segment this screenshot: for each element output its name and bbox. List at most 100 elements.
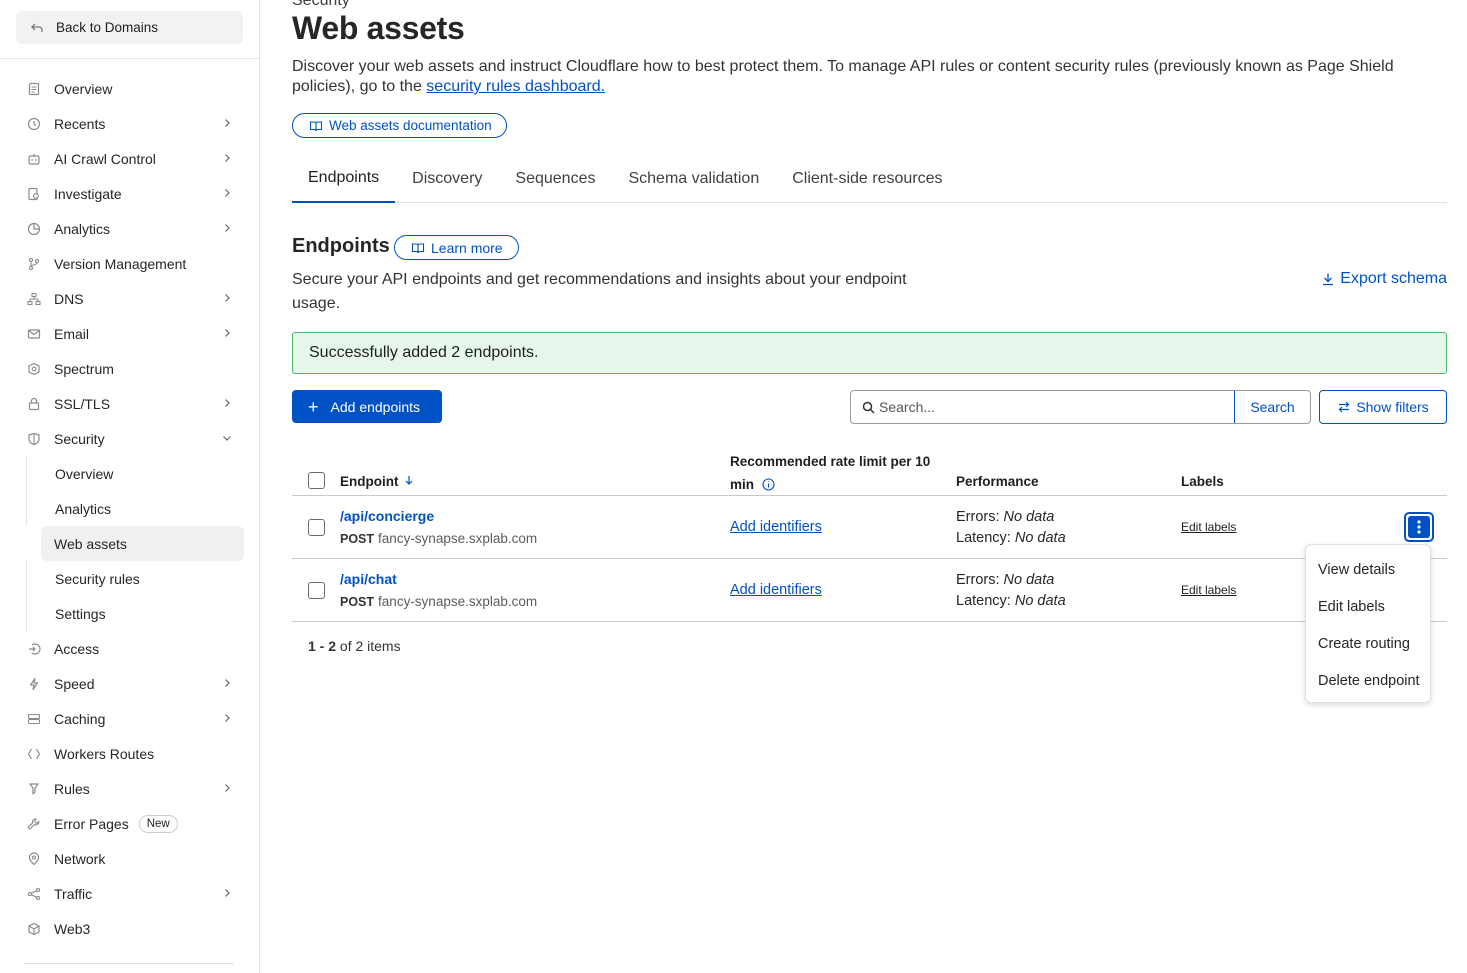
endpoints-table: Endpoint Recommended rate limit per 10 m… xyxy=(292,445,1447,654)
sidebar-item-label: Workers Routes xyxy=(54,745,155,762)
tab-schema-validation[interactable]: Schema validation xyxy=(612,155,775,203)
latency-label: Latency: xyxy=(956,593,1011,609)
sidebar-item-label: SSL/TLS xyxy=(54,395,111,412)
row-checkbox[interactable] xyxy=(308,582,325,599)
sidebar-item-network[interactable]: Network xyxy=(16,841,244,876)
sidebar-item-traffic[interactable]: Traffic xyxy=(16,876,244,911)
sidebar-subitem-web-assets[interactable]: Web assets xyxy=(41,526,244,561)
sidebar-subitem-security-analytics[interactable]: Analytics xyxy=(26,491,244,526)
menu-item-edit-labels[interactable]: Edit labels xyxy=(1306,588,1430,625)
menu-item-create-routing[interactable]: Create routing xyxy=(1306,625,1430,662)
sidebar-item-ai-crawl-control[interactable]: AI Crawl Control xyxy=(16,141,244,176)
sidebar-bottom-divider xyxy=(24,963,234,964)
performance-cell: Errors: No data Latency: No data xyxy=(956,570,1066,612)
spectrum-icon xyxy=(26,361,42,377)
investigate-icon xyxy=(26,186,42,202)
latency-value: No data xyxy=(1014,530,1066,546)
download-icon xyxy=(1321,272,1335,286)
search-button[interactable]: Search xyxy=(1234,391,1310,423)
row-actions-button[interactable] xyxy=(1404,512,1434,542)
sidebar-item-label: Web3 xyxy=(54,920,91,937)
sidebar-item-label: Traffic xyxy=(54,885,93,902)
tab-endpoints[interactable]: Endpoints xyxy=(292,155,396,203)
sidebar-item-spectrum[interactable]: Spectrum xyxy=(16,351,244,386)
sidebar-item-error-pages[interactable]: Error Pages New xyxy=(16,806,244,841)
export-schema-link[interactable]: Export schema xyxy=(1321,270,1447,288)
add-identifiers-link[interactable]: Add identifiers xyxy=(730,582,822,598)
column-header-performance: Performance xyxy=(956,474,1039,489)
errors-value: No data xyxy=(1003,509,1055,525)
sidebar-item-workers-routes[interactable]: Workers Routes xyxy=(16,736,244,771)
back-to-domains-label: Back to Domains xyxy=(56,20,159,35)
sidebar-nav: Overview Recents AI Crawl Control Invest… xyxy=(16,71,244,946)
sidebar-item-recents[interactable]: Recents xyxy=(16,106,244,141)
search-input[interactable] xyxy=(879,391,1234,423)
sidebar-subitem-security-rules[interactable]: Security rules xyxy=(26,561,244,596)
web-assets-documentation-label: Web assets documentation xyxy=(329,118,492,133)
endpoint-path-link[interactable]: /api/chat xyxy=(340,571,397,587)
sidebar-item-version-management[interactable]: Version Management xyxy=(16,246,244,281)
pagination-summary: 1 - 2 of 2 items xyxy=(308,638,401,654)
errors-line: Errors: No data xyxy=(956,507,1066,528)
endpoint-method: POST xyxy=(340,595,375,609)
endpoint-meta: POST fancy-synapse.sxplab.com xyxy=(340,594,537,609)
tab-discovery[interactable]: Discovery xyxy=(396,155,498,203)
chevron-right-icon xyxy=(220,781,234,795)
row-checkbox[interactable] xyxy=(308,519,325,536)
sidebar-subitem-security-overview[interactable]: Overview xyxy=(26,456,244,491)
rules-icon xyxy=(26,781,42,797)
pagination-range: 1 - 2 xyxy=(308,638,337,654)
network-tree-icon xyxy=(26,291,42,307)
menu-item-delete-endpoint[interactable]: Delete endpoint xyxy=(1306,662,1430,699)
add-endpoints-label: Add endpoints xyxy=(330,398,421,415)
back-to-domains-button[interactable]: Back to Domains xyxy=(16,11,243,44)
sidebar-item-access[interactable]: Access xyxy=(16,631,244,666)
sidebar-item-label: Network xyxy=(54,850,106,867)
column-header-endpoint[interactable]: Endpoint xyxy=(340,474,414,489)
sidebar-divider xyxy=(0,58,259,59)
sidebar-item-dns[interactable]: DNS xyxy=(16,281,244,316)
section-description: Secure your API endpoints and get recomm… xyxy=(292,271,907,312)
sidebar-item-investigate[interactable]: Investigate xyxy=(16,176,244,211)
traffic-icon xyxy=(26,886,42,902)
select-all-checkbox[interactable] xyxy=(308,472,325,489)
sidebar-subitem-settings[interactable]: Settings xyxy=(26,596,244,631)
swap-arrows-icon xyxy=(1337,400,1351,414)
sidebar-subitem-label: Overview xyxy=(55,465,114,482)
show-filters-button[interactable]: Show filters xyxy=(1319,390,1447,424)
sidebar-item-label: Analytics xyxy=(54,220,111,237)
sidebar-subitem-label: Web assets xyxy=(54,535,127,552)
security-rules-dashboard-link[interactable]: security rules dashboard. xyxy=(426,78,605,95)
endpoint-method: POST xyxy=(340,532,375,546)
tab-bar: Endpoints Discovery Sequences Schema val… xyxy=(292,155,1447,203)
edit-labels-link[interactable]: Edit labels xyxy=(1181,583,1236,597)
add-identifiers-link[interactable]: Add identifiers xyxy=(730,519,822,535)
sidebar-item-security[interactable]: Security xyxy=(16,421,244,456)
new-badge: New xyxy=(138,814,178,833)
sidebar-item-caching[interactable]: Caching xyxy=(16,701,244,736)
book-icon xyxy=(309,119,323,133)
web-assets-documentation-link[interactable]: Web assets documentation xyxy=(292,113,507,138)
add-endpoints-button[interactable]: + Add endpoints xyxy=(292,390,442,423)
chevron-right-icon xyxy=(220,291,234,305)
info-icon[interactable] xyxy=(762,475,775,498)
endpoint-path-link[interactable]: /api/concierge xyxy=(340,508,434,524)
tab-sequences[interactable]: Sequences xyxy=(499,155,611,203)
breadcrumb[interactable]: Security xyxy=(292,0,350,10)
sidebar-item-speed[interactable]: Speed xyxy=(16,666,244,701)
learn-more-link[interactable]: Learn more xyxy=(394,235,519,260)
sidebar-item-overview[interactable]: Overview xyxy=(16,71,244,106)
edit-labels-link[interactable]: Edit labels xyxy=(1181,520,1236,534)
sidebar-item-ssl-tls[interactable]: SSL/TLS xyxy=(16,386,244,421)
performance-cell: Errors: No data Latency: No data xyxy=(956,507,1066,549)
sidebar-item-analytics[interactable]: Analytics xyxy=(16,211,244,246)
column-header-rate-limit-line2: min xyxy=(730,477,755,492)
sidebar-item-label: AI Crawl Control xyxy=(54,150,156,167)
errors-label: Errors: xyxy=(956,509,1000,525)
sidebar-item-web3[interactable]: Web3 xyxy=(16,911,244,946)
tab-client-side-resources[interactable]: Client-side resources xyxy=(776,155,958,203)
menu-item-view-details[interactable]: View details xyxy=(1306,551,1430,588)
sidebar-item-email[interactable]: Email xyxy=(16,316,244,351)
clock-icon xyxy=(26,116,42,132)
sidebar-item-rules[interactable]: Rules xyxy=(16,771,244,806)
